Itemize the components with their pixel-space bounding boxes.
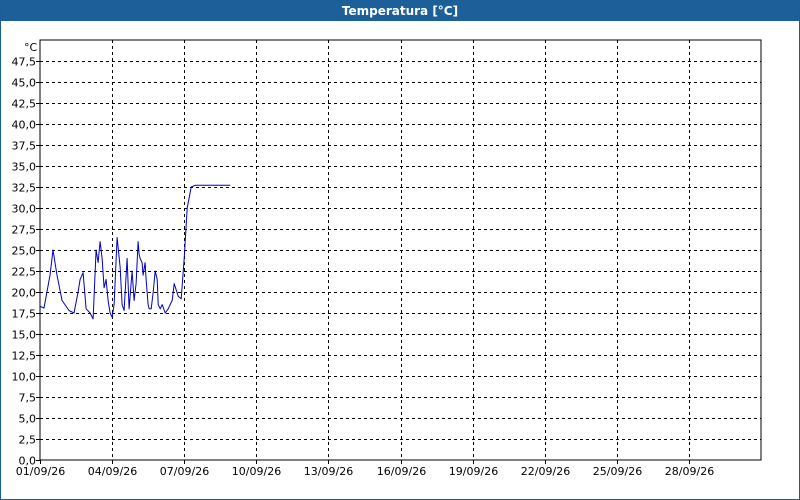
x-tick-label: 28/09/26 <box>665 465 714 478</box>
y-tick-label: 7,5 <box>19 392 37 405</box>
x-tick-label: 19/09/26 <box>449 465 498 478</box>
x-tick-label: 13/09/26 <box>304 465 353 478</box>
y-tick-label: 17,5 <box>12 308 37 321</box>
y-tick-label: 22,5 <box>12 266 37 279</box>
y-tick-label: 45,0 <box>12 77 37 90</box>
x-tick-label: 22/09/26 <box>521 465 570 478</box>
y-tick-label: 15,0 <box>12 329 37 342</box>
y-tick-label: 27,5 <box>12 224 37 237</box>
y-tick-label: 47,5 <box>12 56 37 69</box>
y-tick-label: 2,5 <box>19 434 37 447</box>
x-tick-label: 25/09/26 <box>593 465 642 478</box>
y-axis-unit-label: °C <box>24 41 38 54</box>
x-tick-label: 01/09/26 <box>16 465 65 478</box>
y-tick-label: 5,0 <box>19 413 37 426</box>
x-tick-label: 16/09/26 <box>377 465 426 478</box>
y-tick-label: 25,0 <box>12 245 37 258</box>
y-tick-label: 20,0 <box>12 287 37 300</box>
y-tick-label: 30,0 <box>12 203 37 216</box>
temperature-series-line <box>39 184 231 320</box>
y-tick-label: 42,5 <box>12 98 37 111</box>
x-tick-label: 10/09/26 <box>232 465 281 478</box>
x-tick-label: 04/09/26 <box>88 465 137 478</box>
y-tick-label: 32,5 <box>12 182 37 195</box>
y-tick-label: 40,0 <box>12 119 37 132</box>
y-tick-label: 12,5 <box>12 350 37 363</box>
temperature-chart: °C 0,02,55,07,510,012,515,017,520,022,52… <box>12 39 762 478</box>
y-tick-label: 35,0 <box>12 161 37 174</box>
y-tick-label: 37,5 <box>12 140 37 153</box>
y-tick-label: 10,0 <box>12 371 37 384</box>
x-tick-label: 07/09/26 <box>160 465 209 478</box>
